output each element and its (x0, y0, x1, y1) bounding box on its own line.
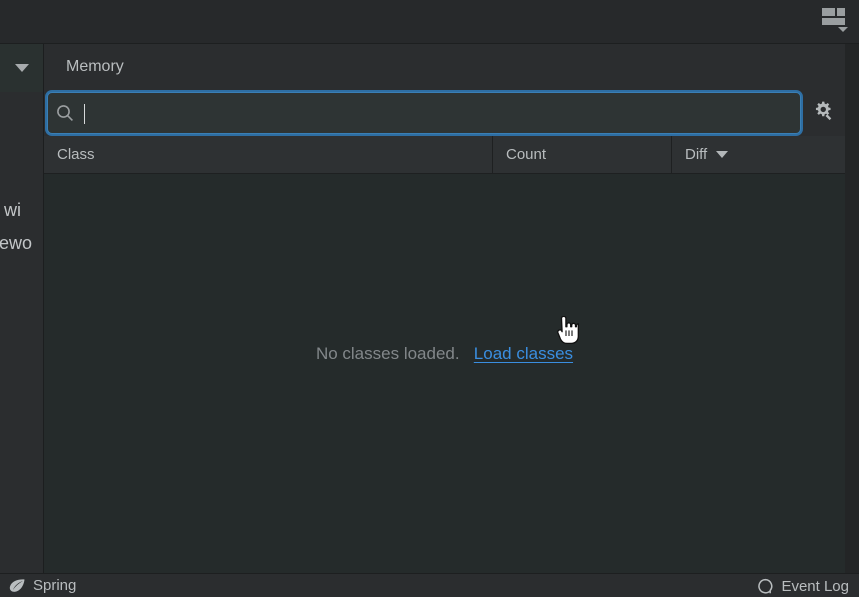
spring-leaf-icon (8, 578, 26, 594)
caret-down-icon (716, 151, 729, 158)
status-bar-spring-label: Spring (33, 577, 77, 594)
status-bar-event-log-label: Event Log (781, 577, 849, 595)
column-header-diff[interactable]: Diff (672, 136, 845, 173)
search-field[interactable] (47, 92, 801, 134)
window-layout-icon (822, 8, 848, 32)
empty-state-text: No classes loaded. (315, 344, 460, 363)
empty-state: No classes loaded. Load classes (44, 344, 845, 364)
column-header-class-label: Class (57, 146, 95, 163)
panel-tab-bar: Memory (44, 44, 845, 90)
memory-settings-button[interactable] (801, 90, 845, 136)
clipped-line-2: mewo (0, 233, 33, 253)
left-tool-column: ry wi mewo (0, 44, 44, 573)
table-header-row: Class Count Diff (44, 136, 845, 174)
right-gutter (845, 44, 859, 573)
search-row (44, 90, 845, 136)
status-bar: Spring Event Log (0, 573, 859, 597)
search-icon (48, 93, 82, 133)
column-header-diff-label: Diff (685, 146, 708, 163)
gear-icon (812, 100, 834, 127)
event-log-balloon-icon (757, 578, 774, 595)
chevron-down-icon (838, 27, 848, 32)
left-dropdown-button[interactable] (0, 44, 43, 92)
column-header-count-label: Count (506, 146, 547, 163)
layout-settings-button[interactable] (819, 8, 849, 36)
memory-class-table-body: No classes loaded. Load classes (44, 174, 845, 573)
top-toolbar (0, 0, 859, 44)
load-classes-link[interactable]: Load classes (474, 344, 573, 363)
clipped-line-1: ry wi (0, 200, 21, 220)
chevron-down-icon (14, 64, 29, 72)
search-input-wrap[interactable] (82, 93, 800, 133)
ide-window: ry wi mewo Memory (0, 0, 859, 597)
memory-panel: Memory Class Count Diff No classes loade… (44, 44, 845, 573)
clipped-sidebar-text: ry wi mewo (0, 194, 44, 260)
status-bar-spring[interactable]: Spring (8, 577, 76, 594)
text-caret (84, 104, 85, 124)
column-header-class[interactable]: Class (44, 136, 493, 173)
tab-memory[interactable]: Memory (44, 58, 146, 76)
status-bar-event-log[interactable]: Event Log (757, 574, 849, 597)
column-header-count[interactable]: Count (493, 136, 672, 173)
